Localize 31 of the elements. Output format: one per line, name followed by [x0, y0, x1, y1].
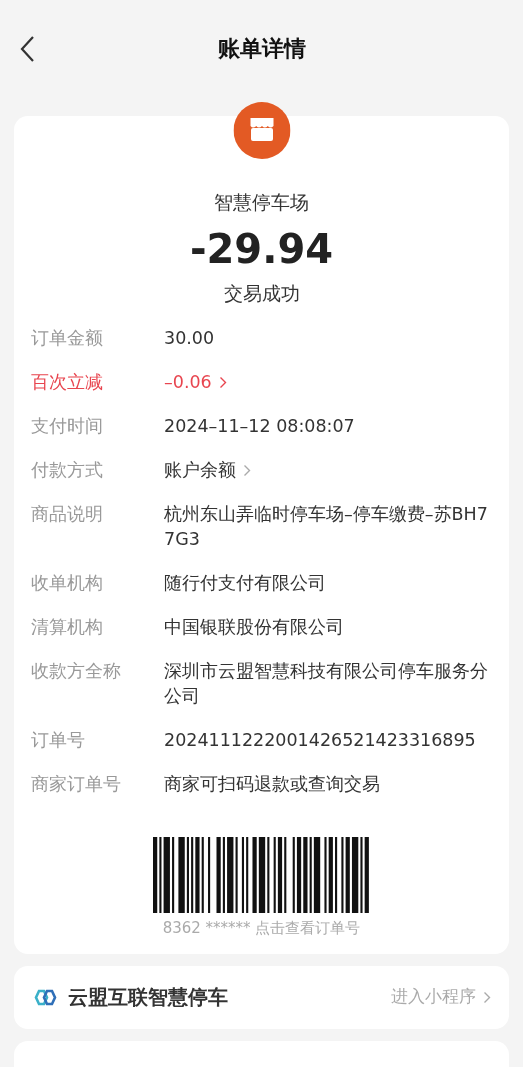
page-title: 账单详情 — [217, 38, 306, 60]
detail-label: 收单机构 — [31, 572, 104, 595]
merchant-name: 智慧停车场 — [213, 190, 310, 215]
detail-value: 杭州东山弄临时停车场–停车缴费–苏BH77G3 — [164, 503, 489, 551]
status-text: 交易成功 — [222, 280, 301, 306]
barcode-drawing[interactable] — [152, 837, 371, 913]
detail-label: 百次立减 — [31, 371, 104, 394]
chevron-icon — [218, 376, 228, 389]
detail-value: 商家可扫码退款或查询交易 — [164, 773, 381, 796]
detail-label: 订单号 — [31, 729, 86, 752]
detail-value: 2024111222001426521423316895 — [164, 729, 477, 752]
chevron-icon — [243, 464, 252, 477]
detail-link[interactable]: 账户余额 — [164, 458, 236, 483]
detail-value: 随行付支付有限公司 — [164, 572, 327, 595]
detail-value: 30.00 — [164, 327, 216, 350]
detail-value: 2024–11–12 08:08:07 — [164, 415, 356, 438]
detail-label: 付款方式 — [31, 459, 104, 482]
detail-value: 中国银联股份有限公司 — [164, 616, 345, 639]
detail-label: 商家订单号 — [31, 773, 122, 796]
detail-value: 深圳市云盟智慧科技有限公司停车服务分公司 — [164, 660, 489, 708]
barcode-caption[interactable]: 8362 ****** 点击查看订单号 — [31, 917, 492, 940]
amount: -29.94 — [188, 226, 335, 271]
detail-label: 支付时间 — [31, 415, 104, 438]
enter-mini-program-link[interactable]: 进入小程序 — [391, 984, 492, 1010]
detail-label: 清算机构 — [31, 616, 104, 639]
mini-program-name: 云盟互联智慧停车 — [68, 984, 228, 1011]
chevron-icon — [483, 990, 492, 1004]
detail-label: 订单金额 — [31, 327, 104, 350]
detail-label: 收款方全称 — [31, 660, 122, 683]
detail-link[interactable]: –0.06 — [164, 370, 212, 395]
detail-label: 商品说明 — [31, 503, 104, 526]
